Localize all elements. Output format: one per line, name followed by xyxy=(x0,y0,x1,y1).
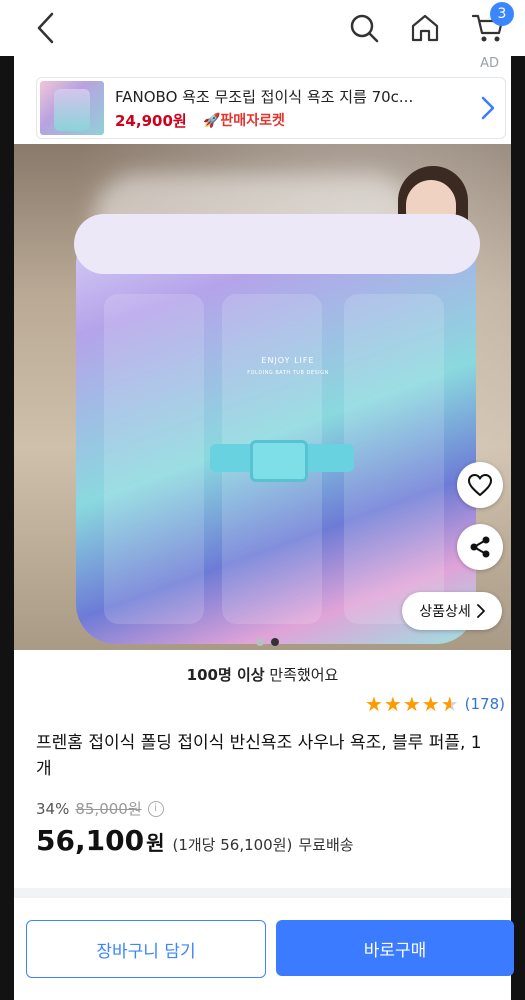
half-star-icon: ★ xyxy=(440,692,459,716)
review-count[interactable]: (178) xyxy=(465,695,505,713)
left-edge xyxy=(0,0,14,1000)
product-image[interactable]: ENJOY LIFE FOLDING BATH TUB DESIGN xyxy=(14,144,511,650)
star-rating: ★ ★ ★ ★ ★ xyxy=(365,694,459,714)
bathtub-rim xyxy=(74,214,480,274)
pagination-dot-active[interactable] xyxy=(271,638,279,646)
home-button[interactable] xyxy=(407,10,443,46)
star-icon: ★ xyxy=(421,692,440,716)
share-button[interactable] xyxy=(457,524,503,570)
star-icon: ★ xyxy=(383,692,402,716)
top-bar: 3 AD xyxy=(0,0,525,71)
product-detail-label: 상품상세 xyxy=(419,604,471,620)
tub-print-subtext: FOLDING BATH TUB DESIGN xyxy=(247,370,329,376)
chevron-right-icon xyxy=(476,604,485,618)
pagination-dot[interactable] xyxy=(256,638,264,646)
sale-price: 56,100 xyxy=(36,824,145,857)
ad-banner[interactable]: FANOBO 욕조 무조립 접이식 욕조 지름 70c... 24,900원 🚀… xyxy=(36,77,506,139)
cart-count-badge: 3 xyxy=(490,2,514,26)
wishlist-button[interactable] xyxy=(457,462,503,508)
ad-delivery-badge: 🚀판매자로켓 xyxy=(203,113,285,129)
cart-button[interactable]: 3 xyxy=(468,2,514,46)
right-edge xyxy=(511,0,525,1000)
share-icon xyxy=(470,536,490,558)
ad-thumbnail xyxy=(40,81,104,135)
ad-label: AD xyxy=(480,56,499,71)
star-icon: ★ xyxy=(364,692,383,716)
section-divider xyxy=(14,888,511,898)
rating-summary[interactable]: ★ ★ ★ ★ ★ (178) xyxy=(365,694,505,714)
satisfaction-text: 100명 이상 만족했어요 xyxy=(0,664,525,685)
original-price: 85,000원 xyxy=(75,800,142,818)
unit-price: (1개당 56,100원) xyxy=(172,836,293,854)
search-icon xyxy=(350,14,379,43)
shipping-info: 무료배송 xyxy=(298,836,354,854)
image-pagination xyxy=(256,638,279,646)
satisfied-count: 100명 이상 xyxy=(186,666,265,684)
price-row: 56,100 원 (1개당 56,100원) 무료배송 xyxy=(36,824,354,857)
ad-price: 24,900원 xyxy=(115,112,187,130)
bottom-action-bar: 장바구니 담기 바로구매 xyxy=(14,908,514,1000)
heart-icon xyxy=(468,474,492,496)
info-icon[interactable]: i xyxy=(147,800,164,817)
product-screen: 3 AD FANOBO 욕조 무조립 접이식 욕조 지름 70c... 24,9… xyxy=(0,0,525,1000)
ad-title: FANOBO 욕조 무조립 접이식 욕조 지름 70c... xyxy=(115,88,414,106)
price-unit: 원 xyxy=(146,831,165,855)
discount-rate: 34% xyxy=(36,799,70,818)
back-icon xyxy=(37,12,54,44)
search-button[interactable] xyxy=(346,10,382,46)
star-icon: ★ xyxy=(402,692,421,716)
home-icon xyxy=(411,14,439,42)
tub-buckle xyxy=(250,440,308,482)
add-to-cart-button[interactable]: 장바구니 담기 xyxy=(26,920,266,978)
back-button[interactable] xyxy=(28,10,64,46)
discount-row: 34% 85,000원 i xyxy=(36,798,164,819)
satisfied-label: 만족했어요 xyxy=(264,666,339,684)
product-title: 프렌홈 접이식 폴딩 접이식 반신욕조 사우나 욕조, 블루 퍼플, 1개 xyxy=(36,733,482,779)
product-detail-button[interactable]: 상품상세 xyxy=(402,592,502,630)
buy-now-button[interactable]: 바로구매 xyxy=(276,920,514,976)
tub-print-text: ENJOY LIFE xyxy=(261,356,315,365)
chevron-right-icon xyxy=(481,96,495,124)
